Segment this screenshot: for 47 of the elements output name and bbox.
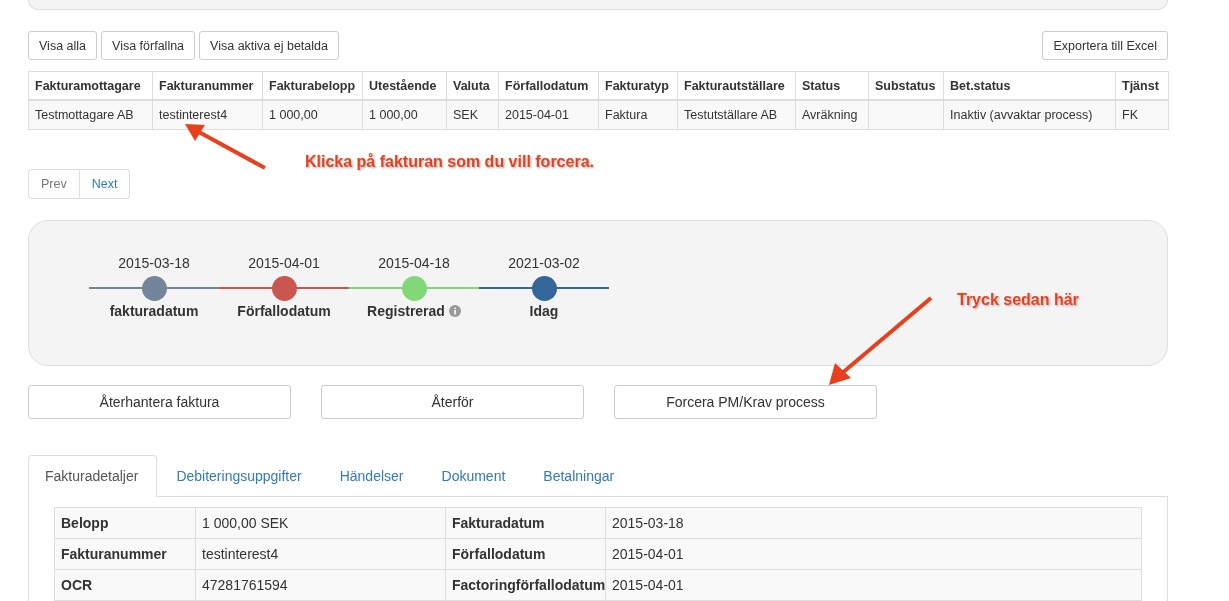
table-cell[interactable]: Testutställare AB	[677, 100, 796, 130]
detail-value: 2015-03-18	[605, 507, 1142, 539]
timeline-label: Förfallodatum	[237, 303, 331, 319]
detail-label: Fakturanummer	[54, 538, 196, 570]
filter-button[interactable]: Visa alla	[28, 31, 98, 60]
filter-button[interactable]: Visa förfallna	[101, 31, 196, 60]
table-cell[interactable]: 1 000,00	[362, 100, 447, 130]
timeline-date: 2021-03-02	[508, 255, 580, 273]
annotation-text: Klicka på fakturan som du vill forcera.	[305, 153, 594, 171]
action-button[interactable]: Återför	[321, 385, 584, 419]
table-cell[interactable]: Inaktiv (avvaktar process)	[943, 100, 1116, 130]
timeline-date: 2015-03-18	[118, 255, 190, 273]
table-cell[interactable]: Testmottagare AB	[28, 100, 153, 130]
tab[interactable]: Fakturadetaljer	[28, 455, 158, 497]
timeline-label: Idag	[529, 303, 559, 319]
info-icon[interactable]	[448, 305, 461, 317]
table-cell[interactable]	[868, 100, 944, 130]
export-button[interactable]: Exportera till Excel	[1042, 31, 1168, 60]
action-button[interactable]: Återhantera faktura	[28, 385, 291, 419]
detail-value: testinterest4	[195, 538, 446, 570]
detail-value: 2015-04-01	[605, 569, 1142, 601]
detail-label: Förfallodatum	[445, 538, 606, 570]
detail-value: 47281761594	[195, 569, 446, 601]
timeline-label: Registrerad	[367, 303, 445, 319]
table-cell[interactable]: Avräkning	[795, 100, 869, 130]
timeline-date: 2015-04-18	[378, 255, 450, 273]
detail-label: Fakturadatum	[445, 507, 606, 539]
tab[interactable]: Betalningar	[526, 455, 634, 497]
tab[interactable]: Debiteringsuppgifter	[159, 455, 321, 497]
action-button[interactable]: Forcera PM/Krav process	[614, 385, 877, 419]
filter-button[interactable]: Visa aktiva ej betalda	[199, 31, 339, 60]
table-cell[interactable]: 1 000,00	[262, 100, 363, 130]
detail-value: 2015-04-01	[605, 538, 1142, 570]
next-button[interactable]: Next	[79, 169, 131, 199]
detail-value: 1 000,00 SEK	[195, 507, 446, 539]
table-cell[interactable]: Faktura	[598, 100, 678, 130]
detail-label: Factoringförfallodatum	[445, 569, 606, 601]
detail-label: OCR	[54, 569, 196, 601]
timeline-date: 2015-04-01	[248, 255, 320, 273]
table-cell[interactable]: SEK	[446, 100, 499, 130]
detail-label: Belopp	[54, 507, 196, 539]
annotation-text: Tryck sedan här	[957, 291, 1079, 309]
timeline-label: fakturadatum	[109, 303, 199, 319]
table-cell[interactable]: 2015-04-01	[498, 100, 599, 130]
tab[interactable]: Dokument	[424, 455, 525, 497]
table-cell[interactable]: FK	[1115, 100, 1169, 130]
tab[interactable]: Händelser	[322, 455, 423, 497]
